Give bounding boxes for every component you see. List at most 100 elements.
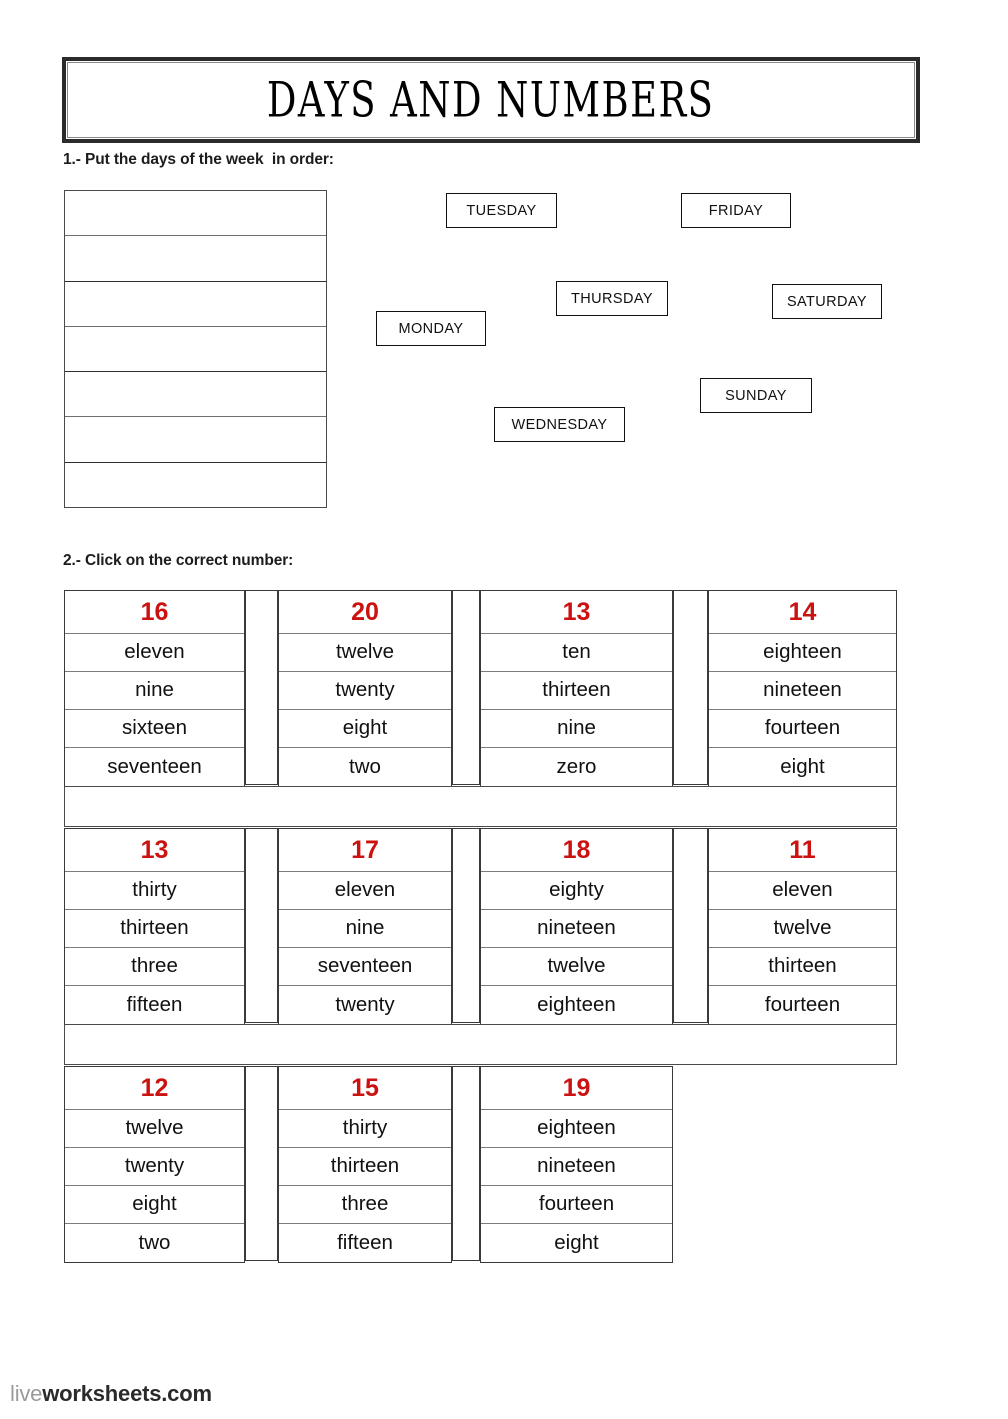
number-option[interactable]: eleven: [279, 872, 451, 910]
number-option[interactable]: two: [279, 748, 451, 786]
number-option[interactable]: thirty: [65, 872, 244, 910]
number-prompt: 12: [65, 1067, 244, 1110]
watermark-live: live: [10, 1381, 43, 1406]
number-prompt: 11: [709, 829, 896, 872]
number-option[interactable]: fourteen: [481, 1186, 672, 1224]
number-option[interactable]: thirteen: [279, 1148, 451, 1186]
day-answer-slot[interactable]: [65, 372, 326, 418]
number-question-block: 16 eleven nine sixteen seventeen: [64, 590, 245, 787]
number-option[interactable]: thirteen: [65, 910, 244, 948]
days-order-answer-table: [64, 190, 327, 508]
number-option[interactable]: eight: [65, 1186, 244, 1224]
day-answer-slot[interactable]: [65, 191, 326, 237]
number-prompt: 18: [481, 829, 672, 872]
number-option[interactable]: three: [279, 1186, 451, 1224]
number-option[interactable]: eighty: [481, 872, 672, 910]
number-question-block: 11 eleven twelve thirteen fourteen: [708, 828, 897, 1025]
grid-spacer-column: [452, 828, 480, 1023]
day-answer-slot[interactable]: [65, 281, 326, 327]
number-option[interactable]: sixteen: [65, 710, 244, 748]
number-question-block: 20 twelve twenty eight two: [278, 590, 452, 787]
number-option[interactable]: nineteen: [481, 1148, 672, 1186]
day-box-saturday[interactable]: SATURDAY: [772, 284, 882, 319]
number-option[interactable]: seventeen: [65, 748, 244, 786]
number-option[interactable]: twenty: [279, 986, 451, 1024]
number-question-block: 15 thirty thirteen three fifteen: [278, 1066, 452, 1263]
exercise-2-instruction: 2.- Click on the correct number:: [63, 552, 294, 569]
grid-spacer-column: [673, 828, 708, 1023]
number-question-block: 13 thirty thirteen three fifteen: [64, 828, 245, 1025]
number-option[interactable]: nineteen: [709, 672, 896, 710]
worksheet-title-banner: DAYS AND NUMBERS: [62, 57, 920, 143]
number-block-row: 13 thirty thirteen three fifteen 17 eleven nine…: [64, 828, 904, 1025]
number-option[interactable]: fourteen: [709, 986, 896, 1024]
number-option[interactable]: fifteen: [65, 986, 244, 1024]
number-option[interactable]: zero: [481, 748, 672, 786]
number-option[interactable]: eight: [279, 710, 451, 748]
number-prompt: 14: [709, 591, 896, 634]
day-box-wednesday[interactable]: WEDNESDAY: [494, 407, 625, 442]
grid-spacer-column: [452, 1066, 480, 1261]
number-option[interactable]: seventeen: [279, 948, 451, 986]
day-answer-slot[interactable]: [65, 462, 326, 507]
number-option[interactable]: eighteen: [709, 634, 896, 672]
number-option[interactable]: nine: [65, 672, 244, 710]
number-option[interactable]: nine: [481, 710, 672, 748]
number-block-row: 16 eleven nine sixteen seventeen 20 twelve twen…: [64, 590, 904, 787]
page-title: DAYS AND NUMBERS: [267, 71, 715, 129]
grid-spacer-column: [245, 590, 278, 785]
number-option[interactable]: twelve: [65, 1110, 244, 1148]
number-prompt: 13: [65, 829, 244, 872]
number-option[interactable]: thirteen: [481, 672, 672, 710]
number-option[interactable]: twenty: [65, 1148, 244, 1186]
number-prompt: 13: [481, 591, 672, 634]
number-question-block: 19 eighteen nineteen fourteen eight: [480, 1066, 673, 1263]
number-option[interactable]: thirty: [279, 1110, 451, 1148]
day-answer-slot[interactable]: [65, 236, 326, 282]
grid-spacer-row: [64, 786, 897, 827]
number-question-block: 13 ten thirteen nine zero: [480, 590, 673, 787]
grid-spacer-column: [245, 828, 278, 1023]
number-option[interactable]: eleven: [65, 634, 244, 672]
number-option[interactable]: two: [65, 1224, 244, 1262]
number-option[interactable]: eighteen: [481, 1110, 672, 1148]
number-question-block: 18 eighty nineteen twelve eighteen: [480, 828, 673, 1025]
watermark-worksheets: worksheets.com: [42, 1381, 212, 1406]
site-watermark: liveworksheets.com: [10, 1381, 212, 1407]
number-option[interactable]: fifteen: [279, 1224, 451, 1262]
grid-spacer-row: [64, 1024, 897, 1065]
number-prompt: 16: [65, 591, 244, 634]
number-option[interactable]: eight: [709, 748, 896, 786]
number-option[interactable]: three: [65, 948, 244, 986]
grid-spacer-column: [245, 1066, 278, 1261]
number-option[interactable]: ten: [481, 634, 672, 672]
number-option[interactable]: twelve: [481, 948, 672, 986]
number-option[interactable]: twenty: [279, 672, 451, 710]
number-option[interactable]: eighteen: [481, 986, 672, 1024]
number-prompt: 19: [481, 1067, 672, 1110]
day-box-friday[interactable]: FRIDAY: [681, 193, 791, 228]
number-option[interactable]: nineteen: [481, 910, 672, 948]
number-option[interactable]: twelve: [709, 910, 896, 948]
number-prompt: 20: [279, 591, 451, 634]
day-box-tuesday[interactable]: TUESDAY: [446, 193, 557, 228]
number-option[interactable]: eleven: [709, 872, 896, 910]
number-question-block: 14 eighteen nineteen fourteen eight: [708, 590, 897, 787]
number-prompt: 15: [279, 1067, 451, 1110]
day-box-monday[interactable]: MONDAY: [376, 311, 486, 346]
number-option[interactable]: thirteen: [709, 948, 896, 986]
grid-spacer-column: [452, 590, 480, 785]
day-answer-slot[interactable]: [65, 417, 326, 463]
number-option[interactable]: fourteen: [709, 710, 896, 748]
number-prompt: 17: [279, 829, 451, 872]
grid-spacer-column: [673, 590, 708, 785]
day-box-thursday[interactable]: THURSDAY: [556, 281, 668, 316]
day-box-sunday[interactable]: SUNDAY: [700, 378, 812, 413]
number-block-row: 12 twelve twenty eight two 15 thirty thirteen th…: [64, 1066, 904, 1263]
number-option[interactable]: twelve: [279, 634, 451, 672]
exercise-1-instruction: 1.- Put the days of the week in order:: [63, 151, 334, 168]
number-option[interactable]: eight: [481, 1224, 672, 1262]
day-answer-slot[interactable]: [65, 326, 326, 373]
number-option[interactable]: nine: [279, 910, 451, 948]
number-question-block: 12 twelve twenty eight two: [64, 1066, 245, 1263]
